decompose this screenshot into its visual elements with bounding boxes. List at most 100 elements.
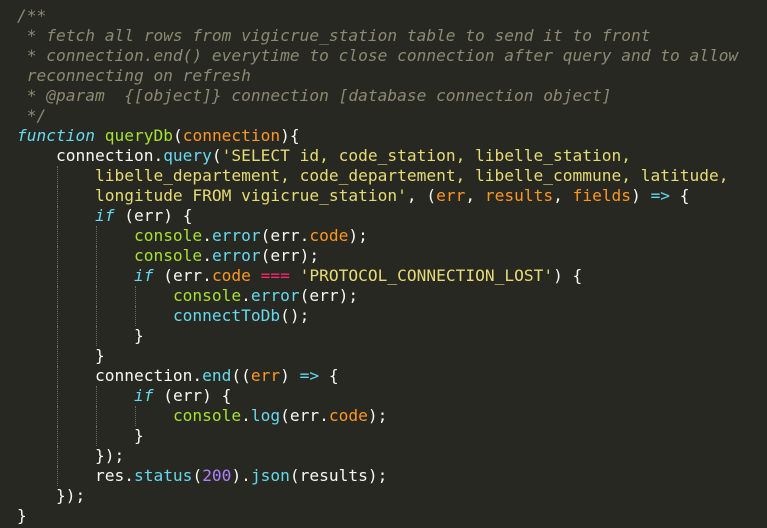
code-line: */ [17, 106, 738, 126]
code-token: 'PROTOCOL_CONNECTION_LOST' [299, 266, 554, 285]
code-token: console [133, 226, 203, 245]
code-line: * connection.end() everytime to close co… [17, 46, 738, 66]
indentation [17, 386, 134, 405]
code-token: ( [211, 146, 222, 165]
indentation [17, 206, 95, 225]
code-token: query [163, 146, 212, 165]
code-token: connection [182, 126, 281, 145]
indentation [17, 266, 134, 285]
code-token: * @param {[object]} connection [database… [17, 86, 612, 105]
code-token: === [260, 266, 290, 285]
code-token: console [133, 246, 203, 265]
code-token: ); [367, 406, 388, 425]
code-token: (results); [289, 466, 388, 485]
code-line: longitude FROM vigicrue_station', (err, … [17, 186, 738, 206]
indent-guide [56, 186, 58, 206]
code-line: /** [17, 6, 738, 26]
code-token: , [553, 186, 573, 205]
code-token: }); [94, 446, 125, 465]
code-token: } [133, 426, 144, 445]
indent-guide [134, 406, 136, 426]
indentation [17, 186, 95, 205]
indent-guide [134, 306, 136, 326]
indentation [17, 426, 134, 445]
indentation [17, 166, 95, 185]
indentation [17, 226, 134, 245]
indent-guide [56, 326, 58, 346]
indentation [17, 366, 95, 385]
indent-guide [56, 426, 58, 446]
code-line: function queryDb(connection){ [17, 126, 738, 146]
code-token: code [328, 406, 368, 425]
code-token: ) { [553, 266, 583, 285]
code-token: } [17, 506, 27, 525]
indentation [17, 146, 56, 165]
indentation [17, 286, 173, 305]
code-token: (err) { [153, 386, 232, 405]
indent-guide [56, 286, 58, 306]
code-token: code [309, 226, 349, 245]
code-token: { [319, 366, 339, 385]
code-token: ). [231, 466, 251, 485]
code-token: if [133, 386, 154, 405]
code-token: console [172, 286, 242, 305]
code-token: err [436, 186, 466, 205]
code-line: * @param {[object]} connection [database… [17, 86, 738, 106]
code-token: (err. [280, 406, 329, 425]
code-token: console [172, 406, 242, 425]
code-token: , ( [406, 186, 437, 205]
indentation [17, 346, 95, 365]
code-token: (err. [153, 266, 212, 285]
code-line: connection.end((err) => { [17, 366, 738, 386]
code-token: , [465, 186, 485, 205]
code-token: ) [631, 186, 651, 205]
indent-guide [56, 346, 58, 366]
code-token: (); [280, 306, 310, 325]
code-token: * fetch all rows from vigicrue_station t… [17, 26, 651, 45]
indent-guide [56, 206, 58, 226]
code-token: 200 [202, 466, 232, 485]
indent-guide [56, 246, 58, 266]
code-line: if (err) { [17, 206, 738, 226]
code-token: { [670, 186, 690, 205]
code-line: } [17, 346, 738, 366]
code-token: longitude FROM vigicrue_station' [94, 186, 407, 205]
code-token: . [202, 246, 212, 265]
indentation [17, 406, 173, 425]
code-token: libelle_departement, code_departement, l… [94, 166, 729, 185]
code-line: console.log(err.code); [17, 406, 738, 426]
code-token: status [133, 466, 193, 485]
indent-guide [56, 446, 58, 466]
code-token: if [94, 206, 115, 225]
indent-guide [56, 166, 58, 186]
code-token: (err. [260, 226, 310, 245]
indent-guide [95, 246, 97, 266]
indent-guide [95, 226, 97, 246]
code-editor[interactable]: /** * fetch all rows from vigicrue_stati… [0, 0, 767, 528]
code-token: . [202, 226, 212, 245]
code-token: (( [231, 366, 251, 385]
code-line: } [17, 506, 738, 526]
code-line: } [17, 426, 738, 446]
code-line: res.status(200).json(results); [17, 466, 738, 486]
indent-guide [95, 286, 97, 306]
code-line: if (err) { [17, 386, 738, 406]
code-token: (err) { [114, 206, 193, 225]
code-token: * connection.end() everytime to close co… [17, 46, 739, 65]
code-line: connectToDb(); [17, 306, 738, 326]
code-line: }); [17, 446, 738, 466]
code-token: error [211, 246, 261, 265]
code-token: (err); [299, 286, 359, 305]
indent-guide [95, 326, 97, 346]
code-token: /** [17, 6, 47, 25]
code-line: console.error(err); [17, 286, 738, 306]
code-token: error [250, 286, 300, 305]
code-token: connectToDb [172, 306, 281, 325]
indentation [17, 486, 56, 505]
indent-guide [56, 366, 58, 386]
code-token: ( [192, 466, 203, 485]
code-line: } [17, 326, 738, 346]
code-line: * fetch all rows from vigicrue_station t… [17, 26, 738, 46]
